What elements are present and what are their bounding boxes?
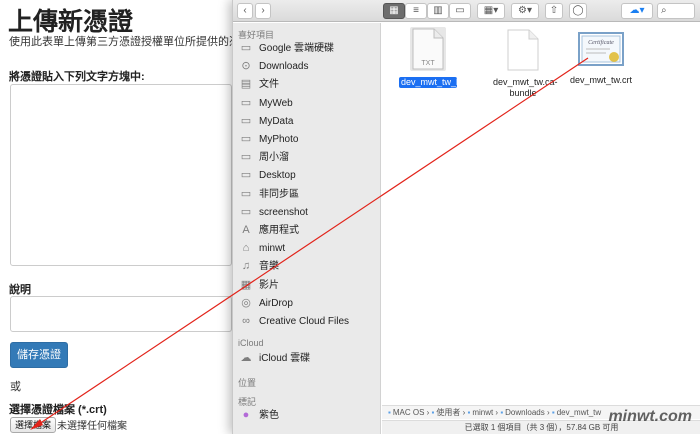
- annotation-arrow: [30, 57, 589, 430]
- watermark: minwt.com: [608, 408, 692, 425]
